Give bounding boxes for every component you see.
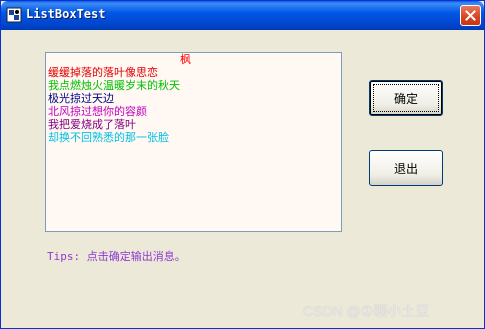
listbox[interactable]: 枫缓缓掉落的落叶像思恋 我点燃烛火温暖岁末的秋天 极光掠过天边 北风掠过想你的容颜 我把…	[45, 52, 342, 232]
main-window: ListBoxTest 枫缓缓掉落的落叶像思恋 我点燃烛火温暖岁末的秋天 极光掠过天…	[0, 0, 485, 329]
watermark: CSDN @①颗小土豆	[303, 303, 430, 319]
close-button[interactable]	[460, 5, 481, 26]
ok-button[interactable]: 确定	[369, 80, 443, 116]
tips-text: Tips: 点击确定输出消息。	[47, 250, 186, 263]
listbox-item[interactable]: 我把爱烧成了落叶	[46, 118, 341, 131]
client-area: 枫缓缓掉落的落叶像思恋 我点燃烛火温暖岁末的秋天 极光掠过天边 北风掠过想你的容颜 我把…	[5, 30, 482, 326]
title-bar[interactable]: ListBoxTest	[1, 1, 484, 30]
listbox-item[interactable]: 北风掠过想你的容颜	[46, 105, 341, 118]
focus-rect	[373, 84, 439, 112]
close-icon	[465, 10, 476, 21]
listbox-item[interactable]: 缓缓掉落的落叶像思恋	[46, 66, 341, 79]
listbox-item[interactable]: 极光掠过天边	[46, 92, 341, 105]
app-icon	[6, 7, 22, 23]
window-title: ListBoxTest	[26, 7, 106, 21]
exit-button[interactable]: 退出	[369, 150, 443, 186]
listbox-item[interactable]: 却换不回熟悉的那一张脸	[46, 131, 341, 144]
listbox-item[interactable]: 枫	[46, 53, 341, 66]
listbox-item[interactable]: 我点燃烛火温暖岁末的秋天	[46, 79, 341, 92]
exit-button-label: 退出	[393, 161, 418, 176]
